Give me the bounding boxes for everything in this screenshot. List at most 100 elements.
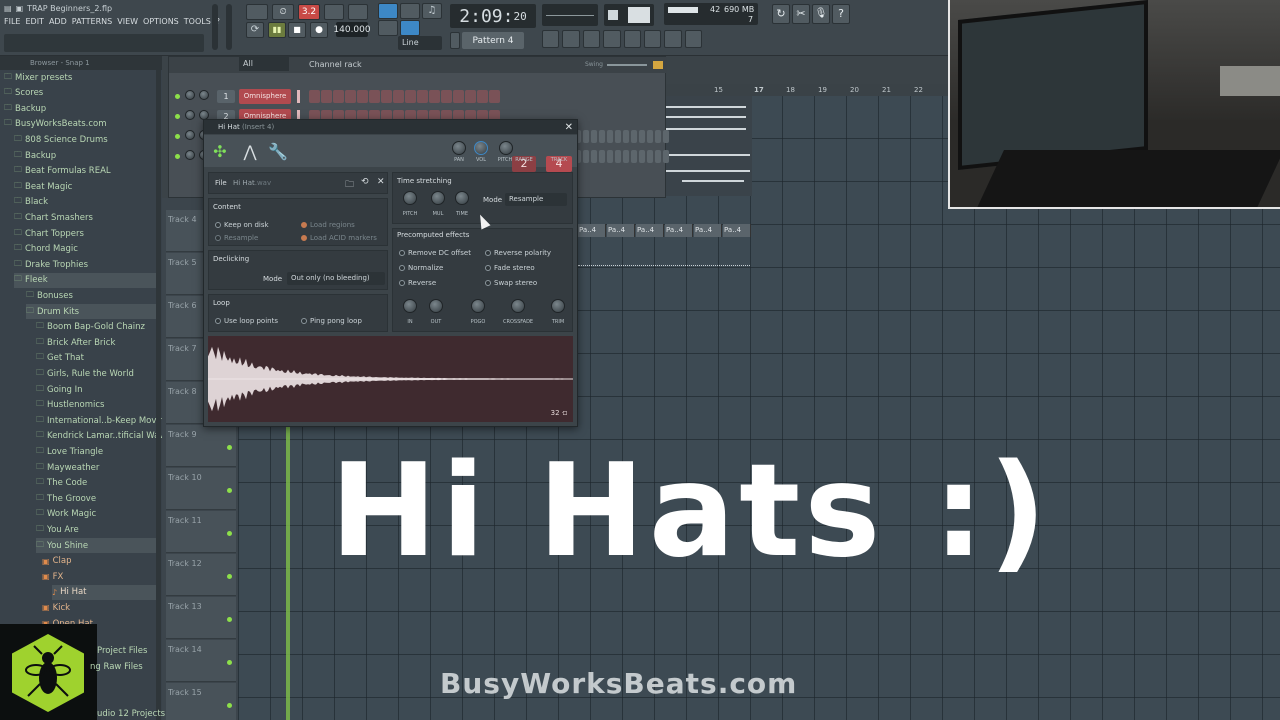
pattern-clip[interactable]: Pa..4 [578, 224, 606, 237]
step-button[interactable] [655, 130, 661, 143]
step-button[interactable] [663, 150, 669, 163]
track-mute-led[interactable] [227, 488, 232, 493]
use-loop-points-option[interactable]: Use loop points [215, 317, 278, 325]
step-button[interactable] [465, 90, 476, 103]
in-knob[interactable] [403, 299, 417, 313]
step-button[interactable] [631, 150, 637, 163]
menu-edit[interactable]: EDIT [25, 17, 43, 31]
pogo-knob[interactable] [471, 299, 485, 313]
browser-item[interactable]: 🗀 Love Triangle [36, 444, 156, 459]
pattern-add-button[interactable] [450, 32, 460, 49]
ts-mode-select[interactable]: Resample [505, 193, 567, 206]
menu-add[interactable]: ADD [49, 17, 67, 31]
step-button[interactable] [381, 90, 392, 103]
step-button[interactable] [591, 130, 597, 143]
step-button[interactable] [583, 150, 589, 163]
track-mute-led[interactable] [227, 660, 232, 665]
folder-icon[interactable]: 🗀 [345, 177, 354, 193]
browse-icon[interactable]: ⟲ [361, 177, 369, 187]
ts-mul-knob[interactable] [431, 191, 445, 205]
pitch-knob[interactable] [499, 141, 513, 155]
channel-pan-knob[interactable] [185, 110, 195, 120]
browser-item[interactable]: 🗀 Work Magic [36, 507, 156, 522]
swing-slider[interactable] [607, 64, 647, 66]
pattern-clip[interactable]: Pa..4 [665, 224, 693, 237]
menu-tools[interactable]: TOOLS [184, 17, 211, 31]
metronome-button[interactable] [348, 4, 368, 20]
menu-patterns[interactable]: PATTERNS [72, 17, 112, 31]
browser-item[interactable]: 🗀 808 Science Drums [14, 132, 156, 147]
snap-select[interactable]: Line [398, 36, 442, 50]
master-pitch-slider[interactable] [226, 4, 232, 50]
step-button[interactable] [309, 90, 320, 103]
channel-pan-knob[interactable] [185, 90, 195, 100]
browser-item[interactable]: 🗀 International..b-Keep Moving [36, 413, 170, 428]
channel-name-button[interactable]: Omnisphere [239, 89, 291, 104]
browser-item[interactable]: 🗀 Beat Magic [14, 179, 156, 194]
browser-item[interactable]: 🗀 Chart Smashers [14, 210, 156, 225]
countdown-button[interactable]: ⏲ [272, 4, 294, 20]
help-icon[interactable]: ? [832, 4, 850, 24]
browser-item[interactable]: 🗀 Backup [4, 101, 156, 116]
channel-led[interactable] [175, 94, 180, 99]
browser-item[interactable]: ♪ Hi Hat [52, 584, 156, 600]
wrench-tab-icon[interactable]: 🔧 [266, 139, 290, 163]
piano-roll-button[interactable] [562, 30, 580, 48]
sample-settings-tab-icon[interactable]: ✣ [208, 139, 232, 163]
step-button[interactable] [441, 90, 452, 103]
step-button[interactable] [405, 90, 416, 103]
file-name[interactable]: Hi Hat.wav [233, 179, 271, 187]
browser-item[interactable]: 🗀 You Are [36, 522, 156, 537]
channel-pan-knob[interactable] [185, 150, 195, 160]
browser-item-raw-files[interactable]: ng Raw Files [90, 662, 143, 672]
plugin-title-bar[interactable]: Hi Hat (Insert 4) ✕ [204, 120, 577, 134]
browser-item[interactable]: 🗀 You Shine [36, 538, 156, 553]
pattern-mode-button[interactable] [246, 4, 268, 20]
typing-keyboard-button[interactable] [400, 3, 420, 19]
browser-item[interactable]: 🗀 Going In [36, 382, 156, 397]
load-acid-markers-option[interactable]: Load ACID markers [301, 234, 377, 242]
mic-icon[interactable]: 🎙 [812, 4, 830, 24]
remove-dc-offset-option[interactable]: Remove DC offset [399, 249, 471, 257]
reverse-polarity-option[interactable]: Reverse polarity [485, 249, 551, 257]
step-button[interactable] [393, 90, 404, 103]
close-icon[interactable]: ✕ [565, 121, 573, 135]
load-regions-option[interactable]: Load regions [301, 221, 355, 229]
save-icon[interactable]: ▣ [16, 4, 24, 13]
step-button[interactable] [639, 130, 645, 143]
track-header[interactable]: Track 12 [166, 554, 236, 596]
browser-header[interactable]: Browser - Snap 1 [0, 56, 162, 70]
step-button[interactable] [663, 130, 669, 143]
step-button[interactable] [615, 150, 621, 163]
track-header[interactable]: Track 10 [166, 468, 236, 510]
track-mute-led[interactable] [227, 703, 232, 708]
record-button[interactable]: ● [310, 22, 328, 38]
track-header[interactable]: Track 9 [166, 425, 236, 467]
step-button[interactable] [639, 150, 645, 163]
browser-item[interactable]: 🗀 Drum Kits [26, 304, 156, 319]
swap-stereo-option[interactable]: Swap stereo [485, 279, 537, 287]
play-button[interactable]: ▮▮ [268, 22, 286, 38]
blend-notes-button[interactable] [400, 20, 420, 36]
step-button[interactable] [429, 90, 440, 103]
channel-filter[interactable]: All [239, 57, 289, 71]
browser-item[interactable]: 🗀 Backup [14, 148, 156, 163]
remove-file-icon[interactable]: ✕ [377, 177, 385, 187]
reverse-option[interactable]: Reverse [399, 279, 436, 287]
track-header[interactable]: Track 11 [166, 511, 236, 553]
step-button[interactable] [333, 90, 344, 103]
step-button[interactable] [607, 150, 613, 163]
channel-row[interactable]: 1 Omnisphere [173, 89, 663, 105]
envelope-tab-icon[interactable]: ⋀ [238, 139, 262, 163]
browser-item[interactable]: 🗀 Boom Bap-Gold Chainz [36, 320, 156, 335]
track-header[interactable]: Track 15 [166, 683, 236, 720]
step-button[interactable] [623, 150, 629, 163]
playhead[interactable] [286, 426, 290, 720]
step-button[interactable] [489, 90, 500, 103]
plugin-db-button[interactable] [643, 30, 662, 48]
track-header[interactable]: Track 13 [166, 597, 236, 639]
browser-item[interactable]: 🗀 Girls, Rule the World [36, 366, 156, 381]
pattern-selector[interactable]: Pattern 4 [462, 32, 524, 49]
step-button[interactable] [477, 90, 488, 103]
browser-item[interactable]: 🗀 Mayweather [36, 460, 156, 475]
